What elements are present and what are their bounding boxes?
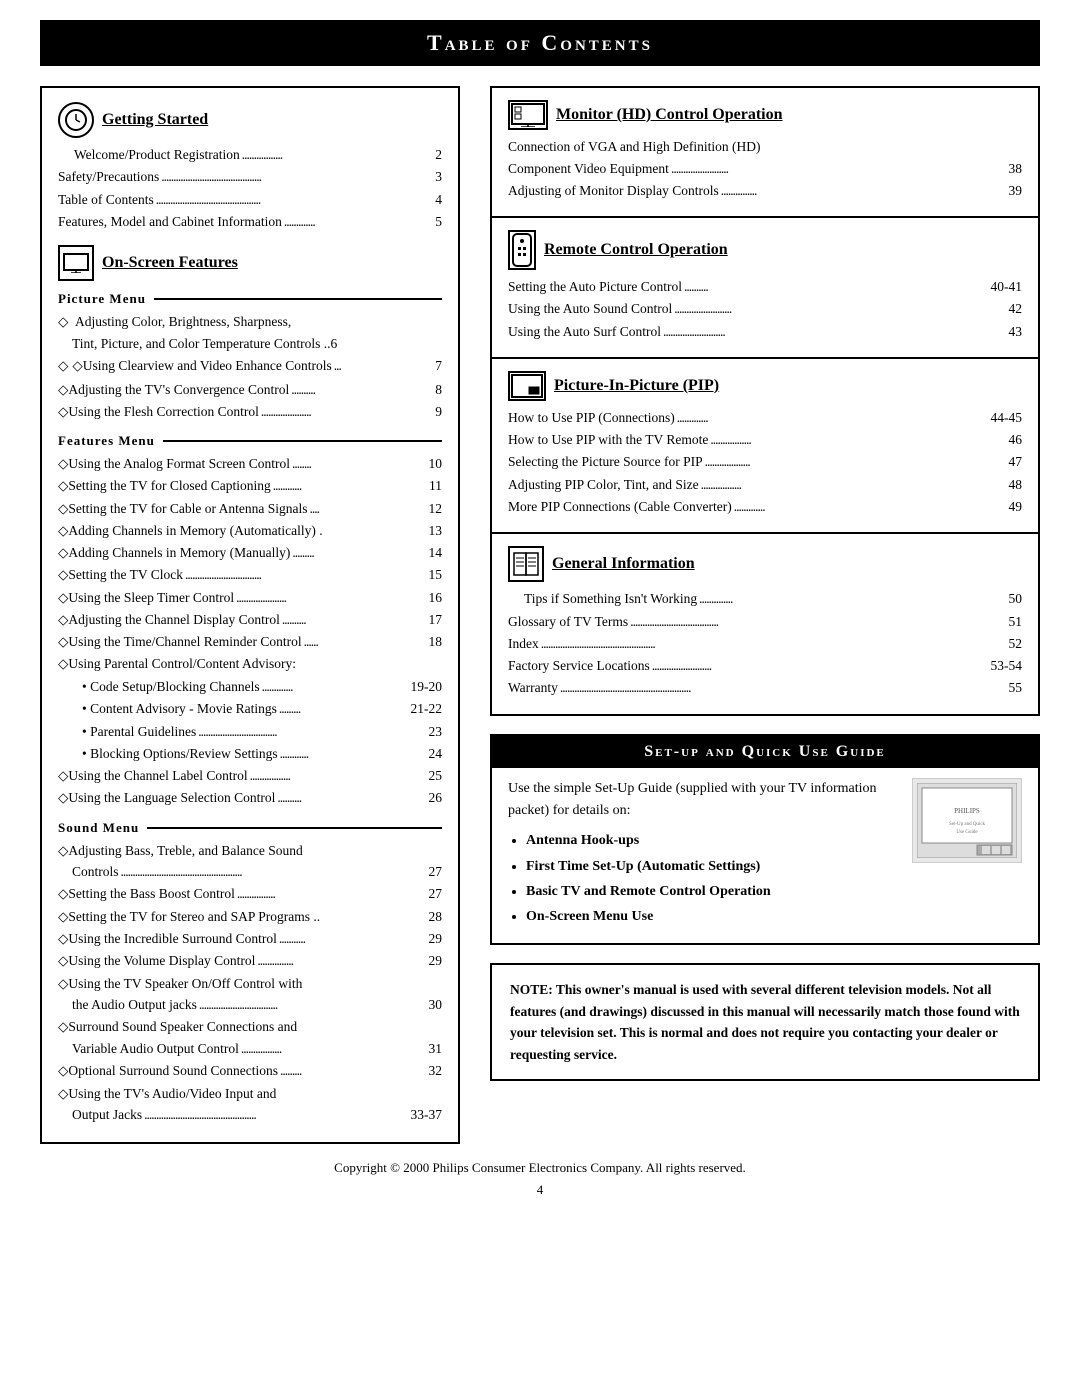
getting-started-title: Getting Started xyxy=(102,111,208,129)
pip-title: Picture-In-Picture (PIP) xyxy=(554,377,719,395)
remote-entry-1: Setting the Auto Picture Control .......… xyxy=(508,276,1022,298)
sm-item-4: ◇Using the Incredible Surround Control..… xyxy=(58,928,442,950)
monitor-hd-title: Monitor (HD) Control Operation xyxy=(556,106,783,124)
general-info-section: General Information Tips if Something Is… xyxy=(490,534,1040,715)
pm-item-4: ◇Using the Flesh Correction Control ....… xyxy=(58,401,442,423)
sm-item-6: ◇Using the TV Speaker On/Off Control wit… xyxy=(58,973,442,1017)
pip-section: Picture-In-Picture (PIP) How to Use PIP … xyxy=(490,359,1040,534)
picture-menu-label: Picture Menu xyxy=(58,291,442,307)
pip-entry-5: More PIP Connections (Cable Converter)..… xyxy=(508,496,1022,518)
fm-item-8: ◇Adjusting the Channel Display Control..… xyxy=(58,609,442,631)
remote-title: Remote Control Operation xyxy=(544,241,728,259)
toc-entry-safety: Safety/Precautions .....................… xyxy=(58,166,442,188)
remote-entry-2: Using the Auto Sound Control............… xyxy=(508,298,1022,320)
fm-item-10: ◇Using Parental Control/Content Advisory… xyxy=(58,653,442,675)
pm-item-1: Adjusting Color, Brightness, Sharpness, … xyxy=(58,311,442,354)
general-info-header: General Information xyxy=(508,546,1022,582)
remote-control-section: Remote Control Operation Setting the Aut… xyxy=(490,218,1040,359)
setup-content: Use the simple Set-Up Guide (supplied wi… xyxy=(508,778,1022,930)
fm-item-2: ◇Setting the TV for Closed Captioning...… xyxy=(58,475,442,497)
fm-item-5: ◇Adding Channels in Memory (Manually)...… xyxy=(58,542,442,564)
gi-entry-3: Index ..................................… xyxy=(508,633,1022,655)
setup-intro: Use the simple Set-Up Guide (supplied wi… xyxy=(508,778,900,823)
monitor-icon xyxy=(508,100,548,130)
fm-sub-2: • Content Advisory - Movie Ratings .....… xyxy=(82,698,442,720)
book-icon xyxy=(508,546,544,582)
clock-icon xyxy=(58,102,94,138)
fm-item-11: ◇Using the Channel Label Control........… xyxy=(58,765,442,787)
monitor-hd-section: Monitor (HD) Control Operation Connectio… xyxy=(490,86,1040,218)
page-wrapper: Table of Contents Getting Started Welcom… xyxy=(0,0,1080,1397)
remote-header: Remote Control Operation xyxy=(508,230,1022,270)
setup-bullet-4: On-Screen Menu Use xyxy=(526,904,900,929)
getting-started-header: Getting Started xyxy=(58,102,442,138)
fm-item-6: ◇Setting the TV Clock...................… xyxy=(58,564,442,586)
pip-entry-4: Adjusting PIP Color, Tint, and Size ....… xyxy=(508,474,1022,496)
setup-image: PHILIPS Set-Up and Quick Use Guide xyxy=(912,778,1022,863)
on-screen-header: On-Screen Features xyxy=(58,245,442,281)
gi-entry-4: Factory Service Locations ..............… xyxy=(508,655,1022,677)
note-text: NOTE: This owner's manual is used with s… xyxy=(510,979,1020,1065)
monitor-entry-2: Adjusting of Monitor Display Controls...… xyxy=(508,180,1022,202)
fm-item-1: ◇Using the Analog Format Screen Control.… xyxy=(58,453,442,475)
fm-sub-1: • Code Setup/Blocking Channels..........… xyxy=(82,676,442,698)
monitor-hd-header: Monitor (HD) Control Operation xyxy=(508,100,1022,130)
sound-menu-label: Sound Menu xyxy=(58,820,442,836)
on-screen-title: On-Screen Features xyxy=(102,254,238,272)
pip-entry-2: How to Use PIP with the TV Remote.......… xyxy=(508,429,1022,451)
pip-entry-1: How to Use PIP (Connections) ...........… xyxy=(508,407,1022,429)
sm-item-8: ◇Optional Surround Sound Connections ...… xyxy=(58,1060,442,1082)
toc-entry-features: Features, Model and Cabinet Information … xyxy=(58,211,442,233)
fm-item-12: ◇Using the Language Selection Control...… xyxy=(58,787,442,809)
pm-item-2: ◇Using Clearview and Video Enhance Contr… xyxy=(58,355,442,377)
gi-entry-2: Glossary of TV Terms ...................… xyxy=(508,611,1022,633)
copyright: Copyright © 2000 Philips Consumer Electr… xyxy=(40,1160,1040,1176)
screen-icon xyxy=(58,245,94,281)
remote-entry-3: Using the Auto Surf Control.............… xyxy=(508,321,1022,343)
general-info-title: General Information xyxy=(552,555,695,573)
fm-sub-items: • Code Setup/Blocking Channels..........… xyxy=(58,676,442,765)
setup-bullet-2: First Time Set-Up (Automatic Settings) xyxy=(526,854,900,879)
setup-title: Set-up and Quick Use Guide xyxy=(492,736,1038,768)
fm-sub-4: • Blocking Options/Review Settings......… xyxy=(82,743,442,765)
fm-item-7: ◇Using the Sleep Timer Control .........… xyxy=(58,587,442,609)
page-number: 4 xyxy=(40,1182,1040,1198)
features-menu-label: Features Menu xyxy=(58,433,442,449)
getting-started-entries: Welcome/Product Registration ...........… xyxy=(58,144,442,166)
gi-entry-1: Tips if Something Isn't Working ........… xyxy=(508,588,1022,610)
setup-text: Use the simple Set-Up Guide (supplied wi… xyxy=(508,778,900,930)
sm-item-3: ◇Setting the TV for Stereo and SAP Progr… xyxy=(58,906,442,928)
toc-entry-toc: Table of Contents ......................… xyxy=(58,189,442,211)
note-box: NOTE: This owner's manual is used with s… xyxy=(490,963,1040,1081)
fm-item-3: ◇Setting the TV for Cable or Antenna Sig… xyxy=(58,498,442,520)
main-columns: Getting Started Welcome/Product Registra… xyxy=(40,86,1040,1144)
sm-item-9: ◇Using the TV's Audio/Video Input and Ou… xyxy=(58,1083,442,1127)
setup-bullets: Antenna Hook-ups First Time Set-Up (Auto… xyxy=(508,828,900,929)
pip-entry-3: Selecting the Picture Source for PIP....… xyxy=(508,451,1022,473)
svg-text:Set-Up and Quick: Set-Up and Quick xyxy=(949,822,986,827)
monitor-entry-1: Connection of VGA and High Definition (H… xyxy=(508,136,1022,180)
fm-item-9: ◇Using the Time/Channel Reminder Control… xyxy=(58,631,442,653)
fm-sub-3: • Parental Guidelines...................… xyxy=(82,721,442,743)
svg-text:PHILIPS: PHILIPS xyxy=(954,807,980,815)
sm-item-5: ◇Using the Volume Display Control.......… xyxy=(58,950,442,972)
sm-item-2: ◇Setting the Bass Boost Control ........… xyxy=(58,883,442,905)
gi-entry-5: Warranty ...............................… xyxy=(508,677,1022,699)
left-column: Getting Started Welcome/Product Registra… xyxy=(40,86,460,1144)
pip-icon xyxy=(508,371,546,401)
setup-bullet-1: Antenna Hook-ups xyxy=(526,828,900,853)
pip-header: Picture-In-Picture (PIP) xyxy=(508,371,1022,401)
pm-item-3: ◇Adjusting the TV's Convergence Control … xyxy=(58,379,442,401)
toc-entry-welcome: Welcome/Product Registration ...........… xyxy=(74,144,442,166)
svg-text:Use Guide: Use Guide xyxy=(956,830,978,835)
setup-bullet-3: Basic TV and Remote Control Operation xyxy=(526,879,900,904)
setup-guide-box: Set-up and Quick Use Guide Use the simpl… xyxy=(490,734,1040,946)
right-column: Monitor (HD) Control Operation Connectio… xyxy=(490,86,1040,1081)
on-screen-section: On-Screen Features Picture Menu Adjustin… xyxy=(58,245,442,1126)
sm-item-7: ◇Surround Sound Speaker Connections and … xyxy=(58,1016,442,1060)
remote-icon xyxy=(508,230,536,270)
sm-item-1: ◇Adjusting Bass, Treble, and Balance Sou… xyxy=(58,840,442,884)
page-title: Table of Contents xyxy=(40,20,1040,66)
fm-item-4: ◇Adding Channels in Memory (Automaticall… xyxy=(58,520,442,542)
